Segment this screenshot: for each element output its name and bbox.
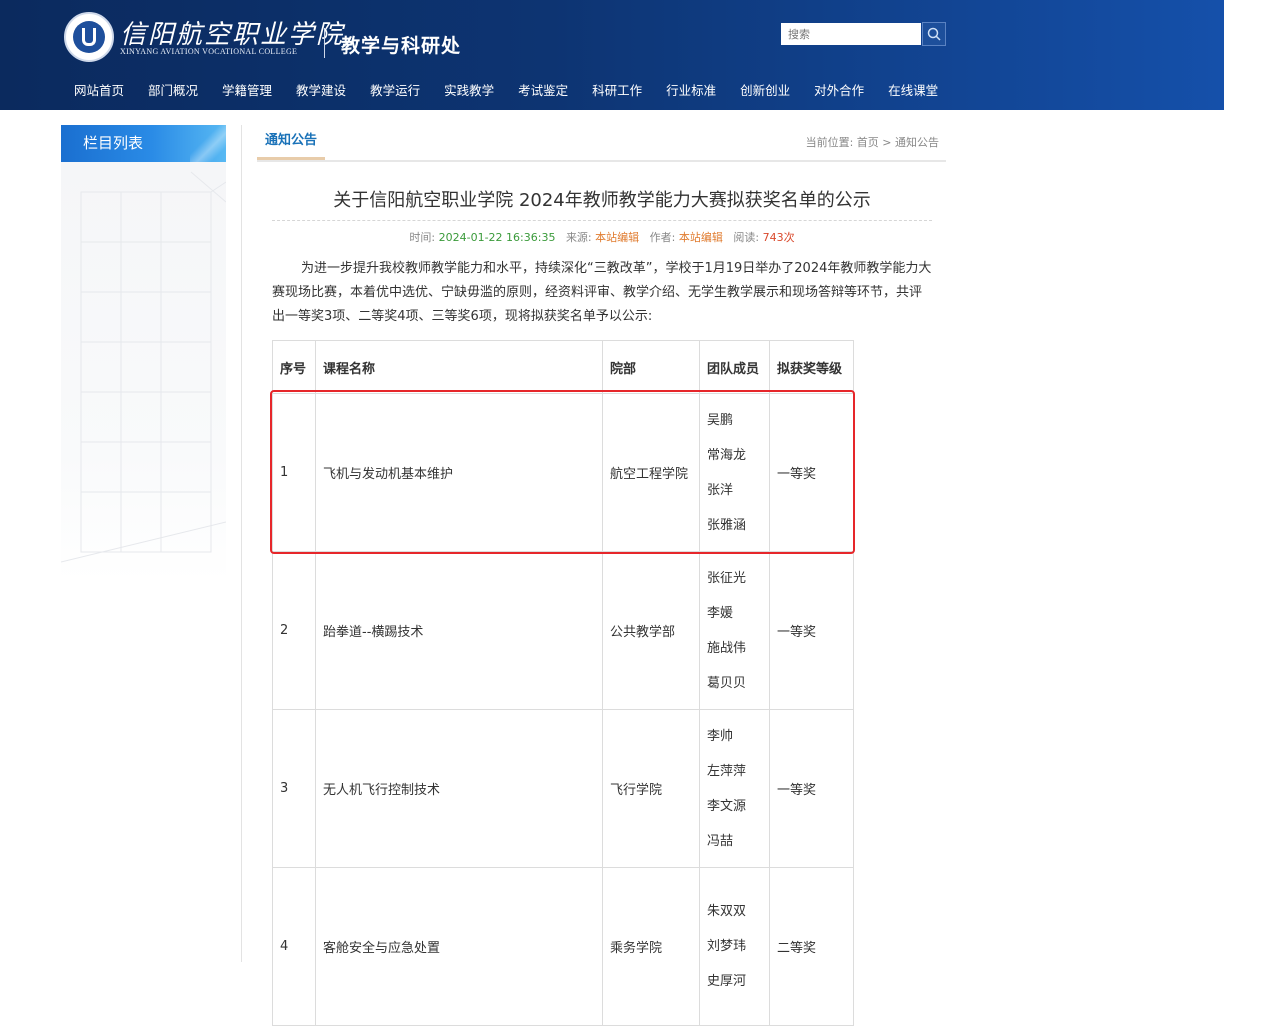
cell-members: 吴鹏常海龙张洋张雅涵	[699, 393, 770, 552]
cell-course: 跆拳道--横踢技术	[315, 551, 603, 710]
header-course: 课程名称	[315, 340, 603, 394]
nav-item[interactable]: 创新创业	[728, 80, 802, 102]
cell-dept: 航空工程学院	[602, 393, 700, 552]
cell-no: 1	[272, 393, 316, 552]
nav-item[interactable]: 考试鉴定	[506, 80, 580, 102]
sidebar-divider	[241, 125, 242, 962]
member-name: 葛贝贝	[707, 675, 747, 691]
member-name: 冯喆	[707, 833, 734, 849]
header-no: 序号	[272, 340, 316, 394]
article-title: 关于信阳航空职业学院 2024年教师教学能力大赛拟获奖名单的公示	[333, 190, 871, 211]
member-name: 施战伟	[707, 640, 747, 656]
table-row: 3 无人机飞行控制技术 飞行学院 李帅 左萍萍 李文源 冯喆 一等奖	[272, 709, 854, 868]
cell-award: 二等奖	[769, 867, 854, 1026]
member-name: 李媛	[707, 605, 734, 621]
cell-award: 一等奖	[769, 393, 854, 552]
member-name: 张洋	[707, 482, 734, 498]
nav-item[interactable]: 教学建设	[284, 80, 358, 102]
nav-item[interactable]: 实践教学	[432, 80, 506, 102]
member-name: 吴鹏	[707, 412, 734, 428]
header-award: 拟获奖等级	[769, 340, 854, 394]
cell-dept: 乘务学院	[602, 867, 700, 1026]
table-row: 4 客舱安全与应急处置 乘务学院 朱双双 刘梦玮 史厚河 二等奖	[272, 867, 854, 1026]
member-name: 史厚河	[707, 974, 747, 989]
tab-notice[interactable]: 通知公告	[257, 125, 326, 160]
author-value: 本站编辑	[678, 231, 723, 244]
article-body: 为进一步提升我校教师教学能力和水平，持续深化“三教改革”，学校于1月19日举办了…	[272, 261, 932, 324]
nav-item[interactable]: 行业标准	[654, 80, 728, 102]
main-nav: 网站首页 部门概况 学籍管理 教学建设 教学运行 实践教学 考试鉴定 科研工作 行业标准 创新创业…	[62, 80, 950, 102]
department-name: 教学与科研处	[341, 35, 462, 57]
search-button[interactable]	[922, 22, 946, 46]
member-name: 李文源	[707, 798, 747, 814]
table-row: 1 飞机与发动机基本维护 航空工程学院 吴鹏 常海龙 张洋 张雅涵 一等奖	[272, 393, 854, 552]
table-row: 2 跆拳道--横踢技术 公共教学部 张征光 李媛 施战伟 葛贝贝 一等奖	[272, 551, 854, 710]
school-emblem-icon[interactable]	[64, 12, 114, 62]
header-dept: 院部	[602, 340, 700, 394]
header-members: 团队成员	[699, 340, 770, 394]
member-name: 李帅	[707, 728, 734, 744]
cell-award: 一等奖	[769, 551, 854, 710]
nav-item[interactable]: 部门概况	[136, 80, 210, 102]
search-input[interactable]	[781, 23, 921, 45]
author-label: 作者:	[649, 231, 676, 244]
sidebar-background	[61, 162, 226, 582]
content-tabbar: 通知公告 当前位置: 首页 > 通知公告	[257, 125, 946, 162]
reads-label: 阅读:	[733, 231, 760, 244]
article-meta: 时间: 2024-01-22 16:36:35 来源: 本站编辑 作者: 本站编…	[272, 229, 932, 245]
title-divider	[272, 220, 932, 221]
logo-divider	[324, 28, 325, 58]
member-name: 左萍萍	[707, 763, 747, 779]
cell-course: 飞机与发动机基本维护	[315, 393, 603, 552]
nav-item[interactable]: 对外合作	[802, 80, 876, 102]
member-name: 常海龙	[707, 447, 747, 463]
breadcrumb: 当前位置: 首页 > 通知公告	[805, 136, 939, 149]
nav-item[interactable]: 学籍管理	[210, 80, 284, 102]
cell-course: 客舱安全与应急处置	[315, 867, 603, 1026]
read-count: 743次	[762, 231, 795, 244]
cell-members: 朱双双 刘梦玮 史厚河	[699, 867, 770, 1026]
member-name: 张征光	[707, 570, 747, 586]
search-icon	[927, 27, 941, 41]
source-label: 来源:	[565, 231, 592, 244]
cell-no: 3	[272, 709, 316, 868]
school-name-cn[interactable]: 信阳航空职业学院	[120, 14, 344, 51]
cell-dept: 公共教学部	[602, 551, 700, 710]
cell-dept: 飞行学院	[602, 709, 700, 868]
nav-item[interactable]: 教学运行	[358, 80, 432, 102]
cell-members: 张征光李媛施战伟葛贝贝	[699, 551, 770, 710]
publish-time: 2024-01-22 16:36:35	[438, 231, 556, 244]
building-sketch-icon	[61, 171, 226, 563]
time-label: 时间:	[409, 231, 436, 244]
member-name: 朱双双	[707, 904, 747, 919]
member-name: 张雅涵	[707, 517, 747, 533]
nav-item[interactable]: 网站首页	[62, 80, 136, 102]
cell-no: 2	[272, 551, 316, 710]
source-value: 本站编辑	[595, 231, 640, 244]
cell-award: 一等奖	[769, 709, 854, 868]
table-header-row: 序号 课程名称 院部 团队成员 拟获奖等级	[272, 340, 854, 394]
nav-item[interactable]: 在线课堂	[876, 80, 950, 102]
site-header: 信阳航空职业学院 XINYANG AVIATION VOCATIONAL COL…	[0, 0, 1224, 110]
award-table: 序号 课程名称 院部 团队成员 拟获奖等级 1 飞机与发动机基本维护 航空工程学院吴…	[272, 340, 854, 1026]
cell-no: 4	[272, 867, 316, 1026]
sidebar-title: 栏目列表	[61, 125, 226, 162]
member-name: 刘梦玮	[707, 939, 747, 954]
cell-course: 无人机飞行控制技术	[315, 709, 603, 868]
school-name-en: XINYANG AVIATION VOCATIONAL COLLEGE	[120, 47, 298, 56]
nav-item[interactable]: 科研工作	[580, 80, 654, 102]
cell-members: 李帅左萍萍李文源冯喆	[699, 709, 770, 868]
